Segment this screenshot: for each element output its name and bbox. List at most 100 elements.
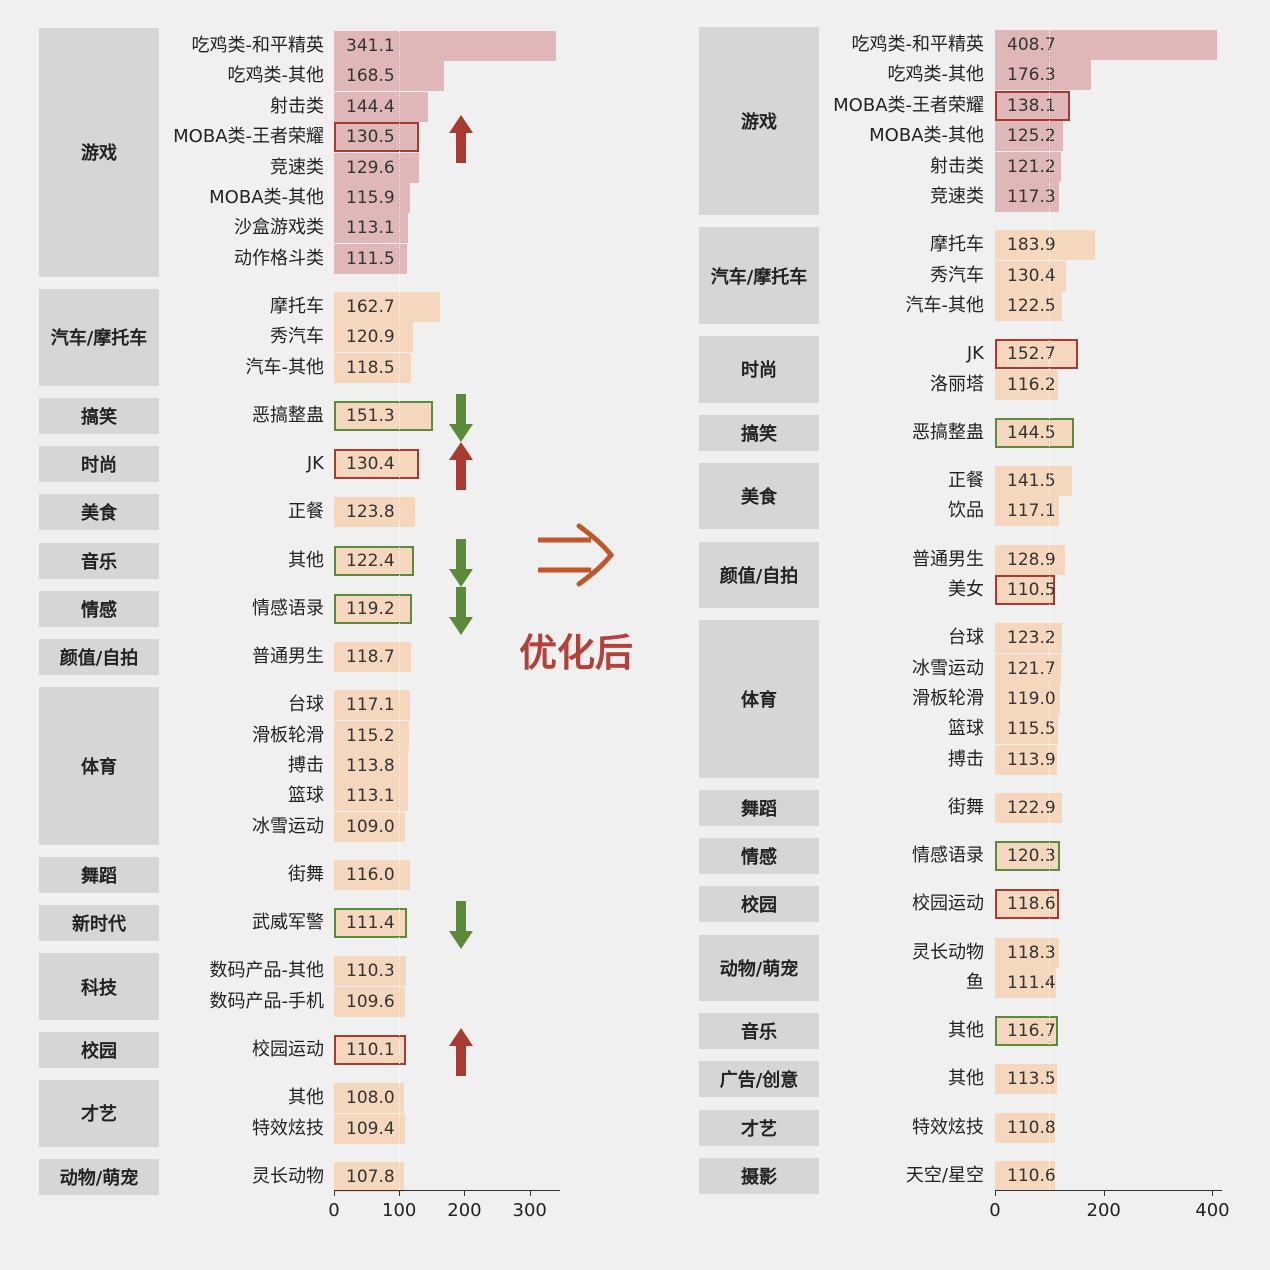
bar-value-label: 113.1: [346, 218, 395, 239]
subcategory-label: 特效炫技: [912, 1116, 984, 1138]
subcategory-label: 吃鸡类-和平精英: [851, 34, 985, 55]
subcategory-label: 冰雪运动: [252, 815, 324, 837]
bar-value-label: 110.1: [346, 1040, 395, 1060]
bar-value-label: 341.1: [346, 36, 395, 56]
subcategory-label: 普通男生: [252, 646, 324, 667]
bar-value-label: 110.8: [1007, 1117, 1056, 1138]
bar-value-label: 108.0: [346, 1088, 395, 1109]
subcategory-label: 冰雪运动: [912, 657, 984, 679]
up-arrow-icon: [449, 115, 473, 167]
bar-value-label: 113.9: [1007, 749, 1056, 770]
bar-value-label: 110.6: [1007, 1165, 1056, 1186]
bar-value-label: 144.5: [1007, 422, 1056, 443]
bar-value-label: 123.2: [1007, 628, 1056, 649]
subcategory-label: 特效炫技: [252, 1117, 324, 1139]
subcategory-label: JK: [966, 343, 984, 365]
subcategory-label: MOBA类-王者荣耀: [833, 94, 984, 116]
bar-value-label: 109.0: [346, 816, 395, 837]
bar-value-label: 118.6: [1007, 894, 1056, 915]
bar-value-label: 119.0: [1007, 689, 1056, 709]
bar-value-label: 107.8: [346, 1166, 395, 1187]
x-axis-tick: [399, 1190, 401, 1196]
subcategory-label: 饮品: [948, 500, 984, 522]
bar-value-label: 128.9: [1007, 549, 1056, 570]
bar-value-label: 116.0: [346, 865, 395, 885]
bar-value-label: 144.4: [346, 96, 395, 117]
bar-value-label: 130.5: [346, 127, 395, 148]
subcategory-label: 其他: [288, 549, 324, 571]
subcategory-label: 动作格斗类: [234, 247, 324, 269]
bar-value-label: 176.3: [1007, 65, 1056, 86]
x-axis-tick-label: 0: [328, 1200, 340, 1221]
bar-value-label: 113.8: [346, 756, 395, 776]
down-arrow-icon: [449, 901, 473, 953]
subcategory-label: 数码产品-其他: [209, 960, 325, 982]
x-axis-tick: [995, 1190, 996, 1196]
bar-value-label: 152.7: [1007, 344, 1056, 365]
bar-value-label: 408.7: [1007, 35, 1056, 55]
subcategory-label: 正餐: [948, 470, 984, 491]
bar-value-label: 118.5: [346, 357, 395, 378]
subcategory-label: 恶搞整蛊: [912, 421, 984, 443]
subcategory-label: 街舞: [948, 797, 984, 818]
bar-value-label: 118.3: [1007, 942, 1056, 963]
subcategory-label: 秀汽车: [930, 264, 984, 286]
x-axis-tick-label: 100: [382, 1200, 417, 1221]
subcategory-label: 汽车-其他: [245, 356, 325, 378]
bar-value-label: 111.4: [1007, 973, 1056, 993]
subcategory-label: 情感语录: [912, 845, 984, 867]
bar-value-label: 119.2: [346, 598, 395, 619]
subcategory-label: 台球: [948, 627, 984, 649]
bar-value-label: 162.7: [346, 297, 395, 317]
subcategory-label: 洛丽塔: [930, 373, 984, 395]
bar-value-label: 122.4: [346, 550, 395, 571]
bar-value-label: 109.6: [346, 991, 395, 1012]
x-axis-tick: [1212, 1190, 1214, 1196]
x-axis-tick-label: 200: [1086, 1200, 1121, 1221]
subcategory-label: 校园运动: [912, 893, 984, 915]
bar-value-label: 115.5: [1007, 719, 1056, 740]
subcategory-label: 天空/星空: [905, 1164, 984, 1186]
subcategory-label: JK: [306, 453, 324, 475]
after-optimization-label: 优化后: [519, 631, 634, 675]
subcategory-label: 恶搞整蛊: [252, 405, 324, 426]
chart-canvas: 游戏 吃鸡类-和平精英 341.1 吃鸡类-其他 168.5 射击类 144.4 MOBA类-…: [0, 0, 1270, 1270]
bar-value-label: 111.5: [346, 248, 395, 269]
subcategory-label: 校园运动: [252, 1039, 324, 1060]
subcategory-label: 街舞: [288, 864, 324, 885]
down-arrow-icon: [449, 538, 473, 591]
x-axis-tick-label: 400: [1195, 1200, 1230, 1221]
subcategory-label: 滑板轮滑: [912, 688, 984, 709]
subcategory-label: 数码产品-手机: [209, 990, 325, 1012]
x-axis-tick: [529, 1190, 531, 1196]
bar-value-label: 129.6: [346, 157, 395, 178]
gridline: [399, 31, 401, 1192]
up-arrow-icon: [449, 1028, 473, 1080]
x-axis-tick: [464, 1190, 466, 1196]
bar-value-label: 138.1: [1007, 95, 1056, 116]
subcategory-label: 正餐: [288, 501, 324, 523]
down-arrow-icon: [449, 394, 473, 446]
bar-value-label: 110.5: [1007, 580, 1056, 600]
subcategory-label: 汽车-其他: [905, 295, 985, 316]
up-arrow-icon: [449, 442, 473, 494]
subcategory-label: MOBA类-其他: [869, 125, 984, 147]
x-axis-tick-label: 0: [989, 1200, 1001, 1221]
bar-value-label: 117.1: [346, 695, 395, 716]
subcategory-label: 台球: [288, 694, 324, 716]
x-axis-tick: [1103, 1190, 1105, 1196]
bar-value-label: 121.7: [1007, 658, 1056, 679]
subcategory-label: 其他: [948, 1068, 984, 1090]
bar-value-label: 116.2: [1007, 374, 1056, 395]
bar-value-label: 116.7: [1007, 1021, 1056, 1042]
x-axis-line: [995, 1190, 1222, 1191]
transition-arrow-icon: [538, 523, 615, 587]
subcategory-label: MOBA类-王者荣耀: [173, 126, 324, 148]
bar-value-label: 117.3: [1007, 187, 1056, 207]
bar-value-label: 183.9: [1007, 235, 1056, 256]
bar-value-label: 122.5: [1007, 296, 1056, 316]
subcategory-label: 竞速类: [930, 186, 984, 207]
subcategory-label: 竞速类: [270, 156, 324, 178]
x-axis-tick-label: 200: [447, 1200, 482, 1221]
bar-value-label: 122.9: [1007, 798, 1056, 818]
